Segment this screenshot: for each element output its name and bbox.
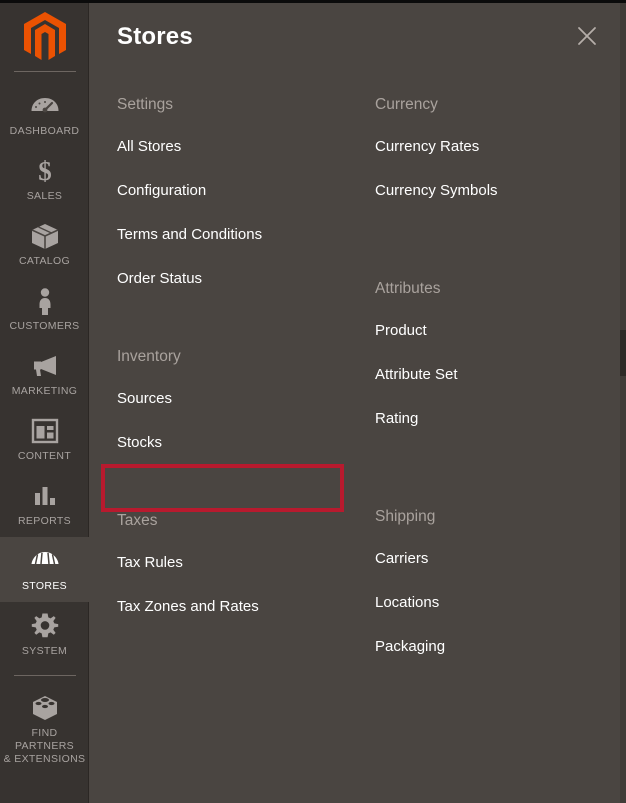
magento-logo-icon xyxy=(23,12,66,60)
sidebar-item-label: DASHBOARD xyxy=(9,125,80,137)
gear-icon xyxy=(2,611,87,641)
page-title: Stores xyxy=(117,23,193,50)
menu-group-inventory: Inventory Sources Stocks xyxy=(117,327,357,465)
menu-item-currency-rates[interactable]: Currency Rates xyxy=(375,125,625,169)
page-scrollbar-track[interactable] xyxy=(620,3,626,803)
sidebar-item-content[interactable]: CONTENT xyxy=(0,407,89,472)
menu-group-settings: Settings All Stores Configuration Terms … xyxy=(117,75,357,301)
sidebar-item-label: SYSTEM xyxy=(21,645,68,657)
sidebar-item-label: CUSTOMERS xyxy=(9,320,80,332)
sidebar-item-label: CATALOG xyxy=(18,255,71,267)
menu-item-order-status[interactable]: Order Status xyxy=(117,257,357,301)
menu-item-terms-and-conditions[interactable]: Terms and Conditions xyxy=(117,213,357,257)
svg-text:$: $ xyxy=(38,156,52,186)
megaphone-icon xyxy=(2,351,87,381)
dashboard-gauge-icon xyxy=(2,91,87,121)
sidebar-item-label: SALES xyxy=(26,190,63,202)
sidebar-item-label: REPORTS xyxy=(17,515,72,527)
sidebar-item-stores[interactable]: STORES xyxy=(0,537,89,602)
menu-item-currency-symbols[interactable]: Currency Symbols xyxy=(375,169,625,213)
menu-group-currency: Currency Currency Rates Currency Symbols xyxy=(375,75,625,213)
dollar-sign-icon: $ xyxy=(2,156,87,186)
menu-group-taxes: Taxes Tax Rules Tax Zones and Rates xyxy=(117,491,357,629)
menu-column-right: Currency Currency Rates Currency Symbols… xyxy=(357,75,625,669)
storefront-icon xyxy=(2,546,87,576)
sidebar-item-sales[interactable]: $ SALES xyxy=(0,147,89,212)
group-heading-inventory: Inventory xyxy=(117,348,181,365)
sidebar-divider-top xyxy=(13,71,76,72)
menu-group-attributes: Attributes Product Attribute Set Rating xyxy=(375,259,625,441)
sidebar-item-reports[interactable]: REPORTS xyxy=(0,472,89,537)
page-scrollbar-thumb[interactable] xyxy=(620,330,626,376)
sidebar-item-system[interactable]: SYSTEM xyxy=(0,602,89,667)
group-heading-settings: Settings xyxy=(117,96,174,113)
sidebar-item-customers[interactable]: CUSTOMERS xyxy=(0,277,89,342)
sidebar-item-marketing[interactable]: MARKETING xyxy=(0,342,89,407)
sidebar-item-label: STORES xyxy=(21,580,68,592)
sidebar-divider-bottom xyxy=(13,675,76,676)
sidebar-item-label: CONTENT xyxy=(17,450,72,462)
box-icon xyxy=(2,221,87,251)
sidebar-item-dashboard[interactable]: DASHBOARD xyxy=(0,82,89,147)
menu-group-shipping: Shipping Carriers Locations Packaging xyxy=(375,487,625,669)
close-icon xyxy=(578,27,596,45)
sidebar-item-label: MARKETING xyxy=(11,385,78,397)
menu-item-all-stores[interactable]: All Stores xyxy=(117,125,357,169)
puzzle-brick-icon xyxy=(2,693,87,723)
window-top-border xyxy=(0,0,626,3)
stores-menu-panel: Stores Settings All Stores Configuration… xyxy=(89,3,626,803)
group-heading-shipping: Shipping xyxy=(375,508,436,525)
admin-sidebar: DASHBOARD $ SALES CATALOG CUSTOMERS MARK… xyxy=(0,3,89,803)
layout-page-icon xyxy=(2,416,87,446)
menu-item-tax-zones-and-rates[interactable]: Tax Zones and Rates xyxy=(117,585,357,629)
magento-logo[interactable] xyxy=(0,3,89,71)
menu-item-packaging[interactable]: Packaging xyxy=(375,625,625,669)
panel-body: Settings All Stores Configuration Terms … xyxy=(89,75,626,669)
sidebar-item-label: FIND PARTNERS xyxy=(14,727,74,752)
group-heading-taxes: Taxes xyxy=(117,512,158,529)
menu-item-sources[interactable]: Sources xyxy=(117,377,357,421)
magento-admin-window: DASHBOARD $ SALES CATALOG CUSTOMERS MARK… xyxy=(0,0,626,803)
menu-column-left: Settings All Stores Configuration Terms … xyxy=(89,75,357,669)
close-button[interactable] xyxy=(570,19,604,53)
sidebar-item-catalog[interactable]: CATALOG xyxy=(0,212,89,277)
menu-item-locations[interactable]: Locations xyxy=(375,581,625,625)
person-icon xyxy=(2,286,87,316)
menu-item-rating[interactable]: Rating xyxy=(375,397,625,441)
menu-item-configuration[interactable]: Configuration xyxy=(117,169,357,213)
panel-header: Stores xyxy=(89,3,626,75)
bar-chart-icon xyxy=(2,481,87,511)
menu-item-attribute-set[interactable]: Attribute Set xyxy=(375,353,625,397)
menu-item-product[interactable]: Product xyxy=(375,309,625,353)
menu-item-tax-rules[interactable]: Tax Rules xyxy=(117,541,357,585)
group-heading-attributes: Attributes xyxy=(375,280,441,297)
sidebar-item-find-partners[interactable]: FIND PARTNERS & EXTENSIONS xyxy=(0,684,89,775)
menu-item-stocks[interactable]: Stocks xyxy=(117,421,357,465)
sidebar-item-label-second-line: & EXTENSIONS xyxy=(3,753,86,765)
menu-item-carriers[interactable]: Carriers xyxy=(375,537,625,581)
group-heading-currency: Currency xyxy=(375,96,438,113)
